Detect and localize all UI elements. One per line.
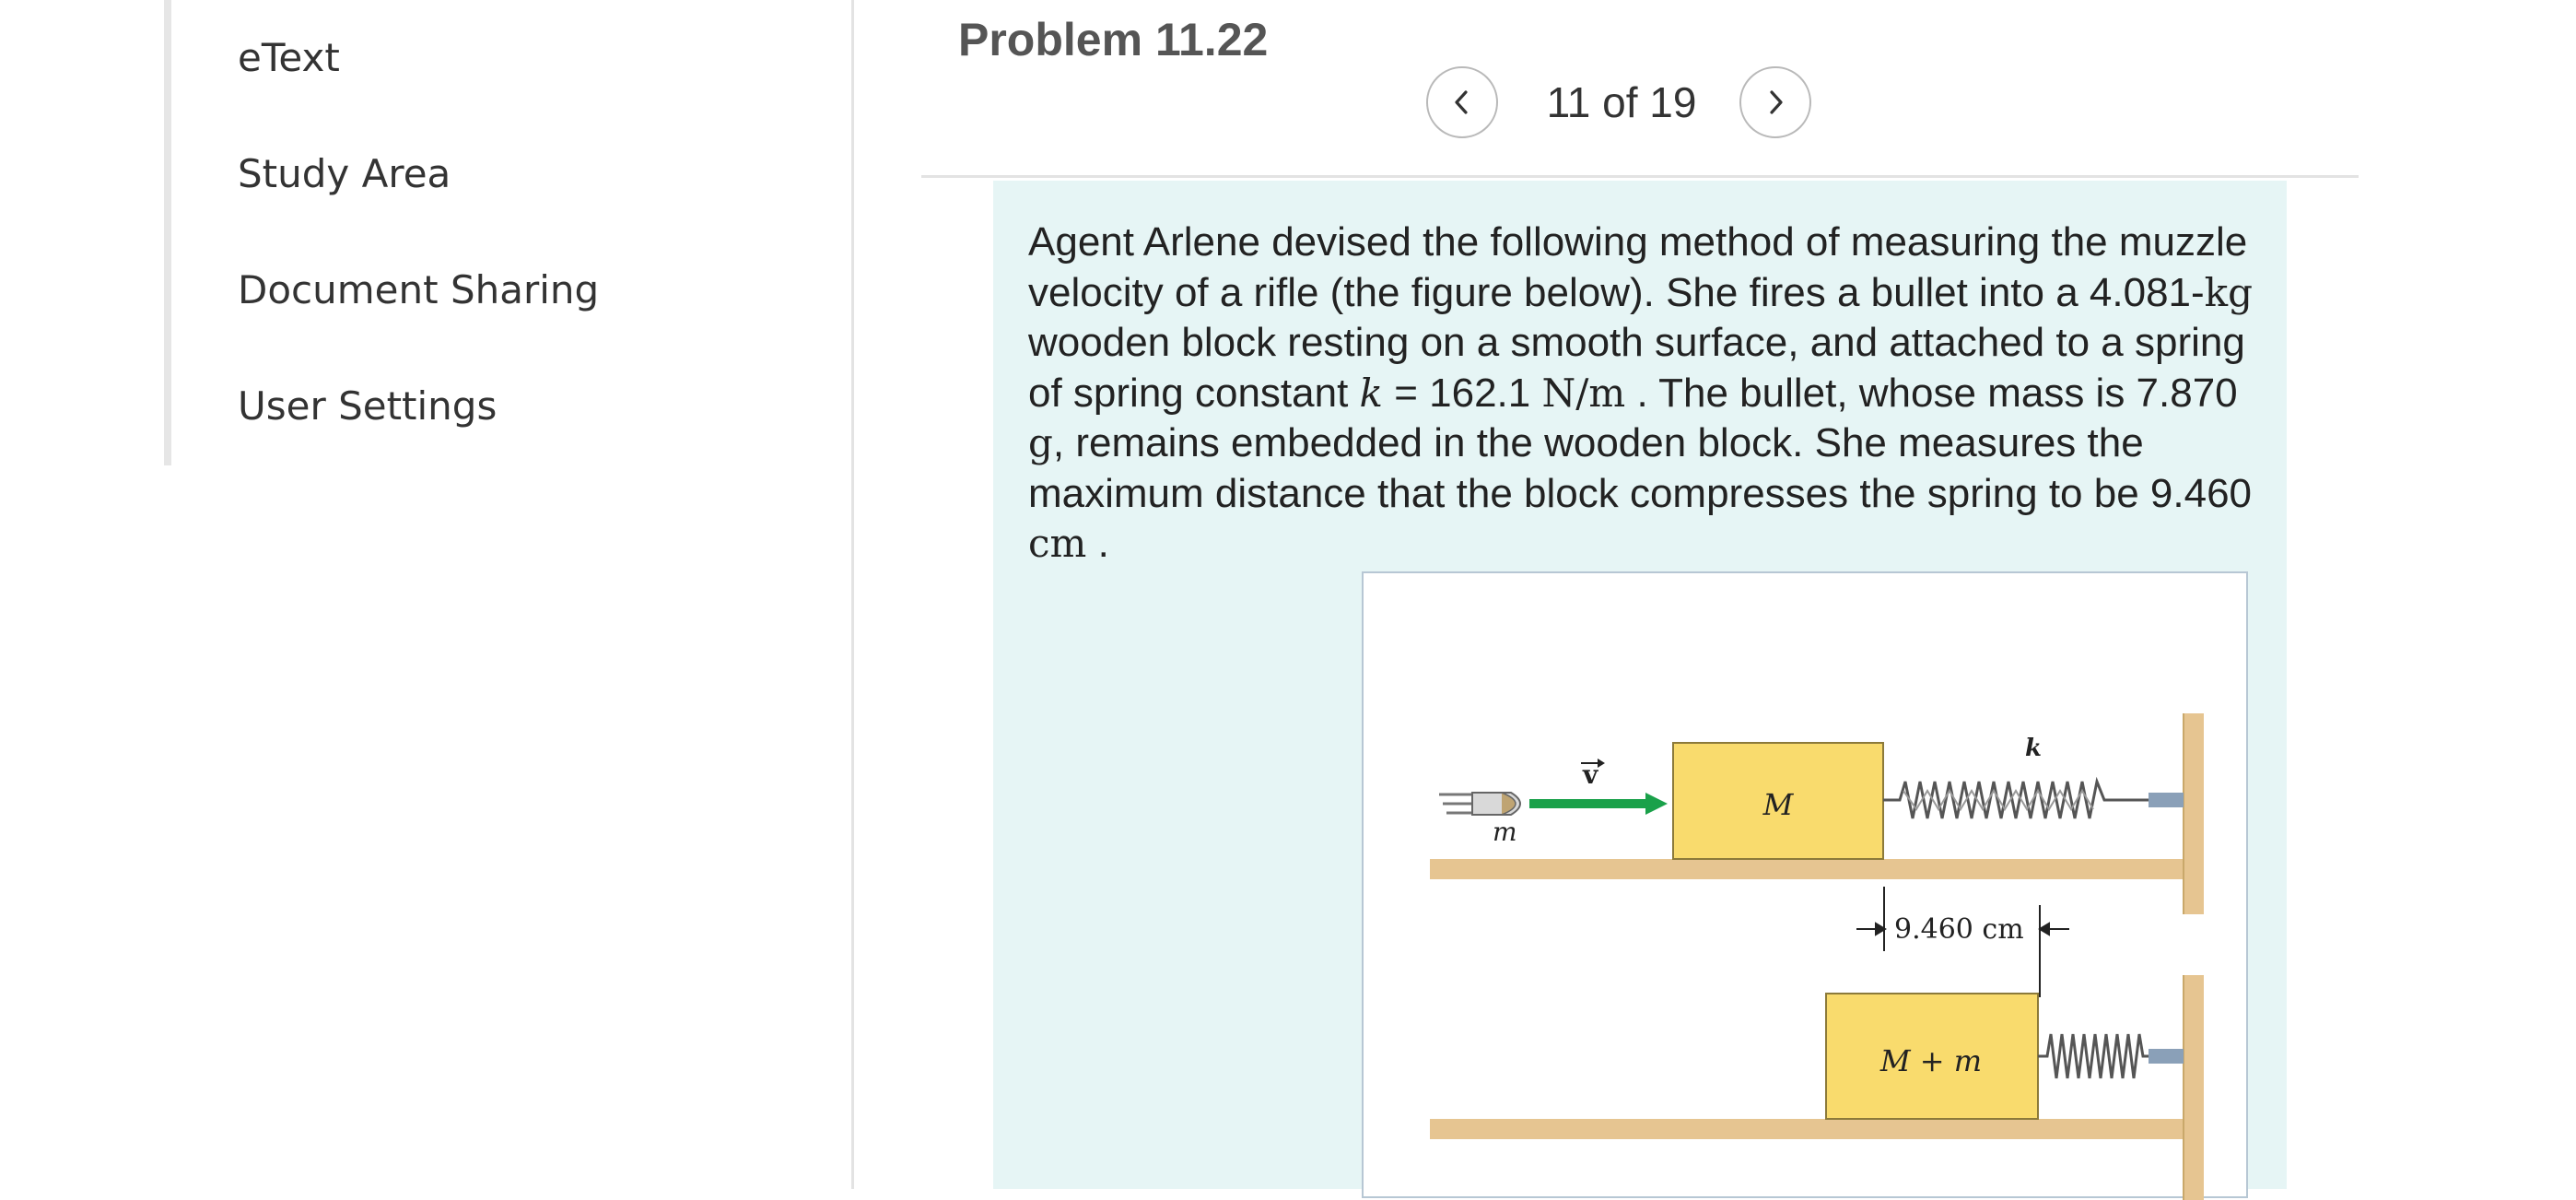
next-problem-button[interactable] xyxy=(1739,66,1811,138)
header-divider xyxy=(921,175,2359,178)
unit-n-per-m: N/m xyxy=(1541,370,1626,416)
sidebar-item-study-area[interactable]: Study Area xyxy=(238,151,451,196)
problem-title: Problem 11.22 xyxy=(958,14,1269,65)
sidebar-item-user-settings[interactable]: User Settings xyxy=(238,383,497,429)
chevron-right-icon xyxy=(1770,90,1783,114)
var-k: k xyxy=(1359,370,1383,416)
spring-block-diagram: m v M k 9.460 cm M + m xyxy=(1430,713,2204,1200)
bullet xyxy=(1439,792,1521,816)
unit-g: g xyxy=(1028,420,1053,465)
floor-bottom xyxy=(1430,1119,2185,1139)
column-divider xyxy=(851,0,854,1189)
compression-label: 9.460 cm xyxy=(1894,913,2024,946)
prompt-text-5: . xyxy=(1086,521,1109,566)
prompt-text-4: , remains embedded in the wooden block. … xyxy=(1028,420,2253,516)
wall-bottom xyxy=(2184,975,2204,1200)
spring-constant-label: k xyxy=(2025,735,2042,762)
chevron-left-icon xyxy=(1455,90,1468,114)
unit-cm: cm xyxy=(1028,521,1087,566)
sidebar-item-document-sharing[interactable]: Document Sharing xyxy=(238,267,599,312)
pager-position: 11 of 19 xyxy=(1546,78,1697,126)
previous-problem-button[interactable] xyxy=(1426,66,1498,138)
bullet-mass-label: m xyxy=(1493,817,1517,847)
combined-label: M + m xyxy=(1879,1043,1982,1078)
block-label: M xyxy=(1762,787,1795,822)
problem-pager: 11 of 19 xyxy=(1426,66,1817,138)
problem-statement: Agent Arlene devised the following metho… xyxy=(1028,218,2263,570)
spring-mount-top xyxy=(2149,793,2184,807)
prompt-text-3: . The bullet, whose mass is 7.870 xyxy=(1625,370,2238,416)
problem-figure: m v M k 9.460 cm M + m xyxy=(1362,571,2248,1200)
unit-kg: kg xyxy=(2204,269,2254,315)
spring-bottom xyxy=(2038,1033,2156,1079)
spring-mount-bottom xyxy=(2149,1049,2184,1064)
wall-top xyxy=(2184,713,2204,914)
sidebar-rule xyxy=(164,0,171,465)
sidebar-item-etext[interactable]: eText xyxy=(238,35,340,80)
floor-top xyxy=(1430,859,2185,879)
prompt-text-1: Agent Arlene devised the following metho… xyxy=(1028,219,2248,315)
spring-top xyxy=(1883,776,2156,819)
prompt-eq: = 162.1 xyxy=(1383,370,1542,416)
